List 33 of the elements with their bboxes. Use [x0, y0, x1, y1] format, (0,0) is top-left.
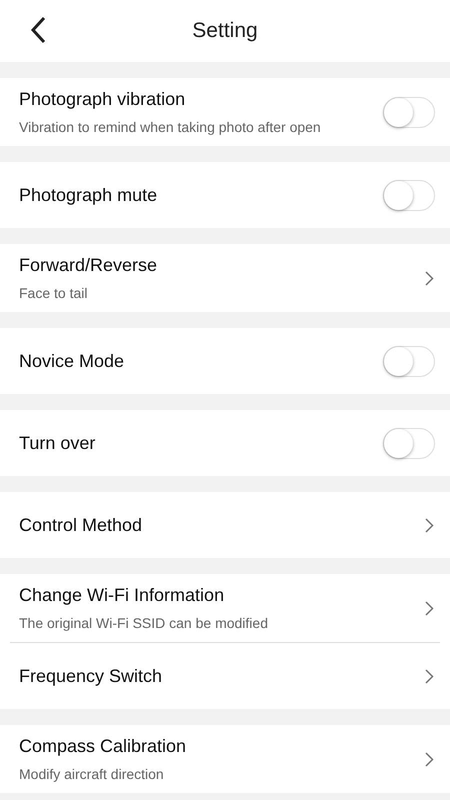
setting-title: Turn over: [19, 432, 96, 454]
settings-row[interactable]: Novice Mode: [0, 328, 450, 394]
setting-title: Frequency Switch: [19, 666, 164, 686]
toggle-switch[interactable]: [383, 346, 435, 376]
toggle-switch[interactable]: [383, 428, 435, 458]
setting-title: Change Wi-Fi Information: [19, 585, 226, 606]
chevron-right-icon: [425, 752, 434, 766]
back-icon: [30, 16, 46, 44]
chevron-right-icon: [425, 518, 434, 532]
settings-row[interactable]: Turn over: [0, 410, 450, 476]
settings-row[interactable]: Photograph vibration Vibration to remind when taking photo after open: [0, 78, 450, 146]
chevron-right-icon: [425, 668, 434, 684]
setting-description: Modify aircraft direction: [19, 766, 165, 782]
setting-title: Photograph mute: [19, 184, 158, 206]
page-title: Setting: [192, 19, 258, 43]
setting-title: Compass Calibration: [19, 736, 188, 757]
setting-title: Photograph vibration: [19, 89, 186, 110]
settings-row[interactable]: Photograph mute: [0, 162, 450, 228]
setting-title: Novice Mode: [19, 350, 126, 372]
setting-description: Face to tail: [19, 285, 88, 301]
setting-title: Forward/Reverse: [19, 255, 158, 276]
toggle-switch[interactable]: [383, 180, 435, 210]
chevron-right-icon: [425, 600, 434, 616]
settings-row[interactable]: Compass Calibration Modify aircraft direction: [0, 725, 450, 793]
setting-description: The original Wi-Fi SSID can be modified: [19, 615, 269, 631]
setting-description: Vibration to remind when taking photo after open: [19, 119, 322, 135]
setting-title: Control Method: [19, 514, 144, 536]
settings-row[interactable]: Control Method: [0, 492, 450, 558]
settings-row[interactable]: Frequency Switch: [10, 642, 440, 709]
chevron-right-icon: [425, 270, 434, 286]
settings-row[interactable]: Forward/Reverse Face to tail: [0, 244, 450, 312]
toggle-switch[interactable]: [383, 96, 435, 128]
settings-row[interactable]: Change Wi-Fi Information The original Wi-Fi SSID can be modified: [0, 574, 450, 642]
